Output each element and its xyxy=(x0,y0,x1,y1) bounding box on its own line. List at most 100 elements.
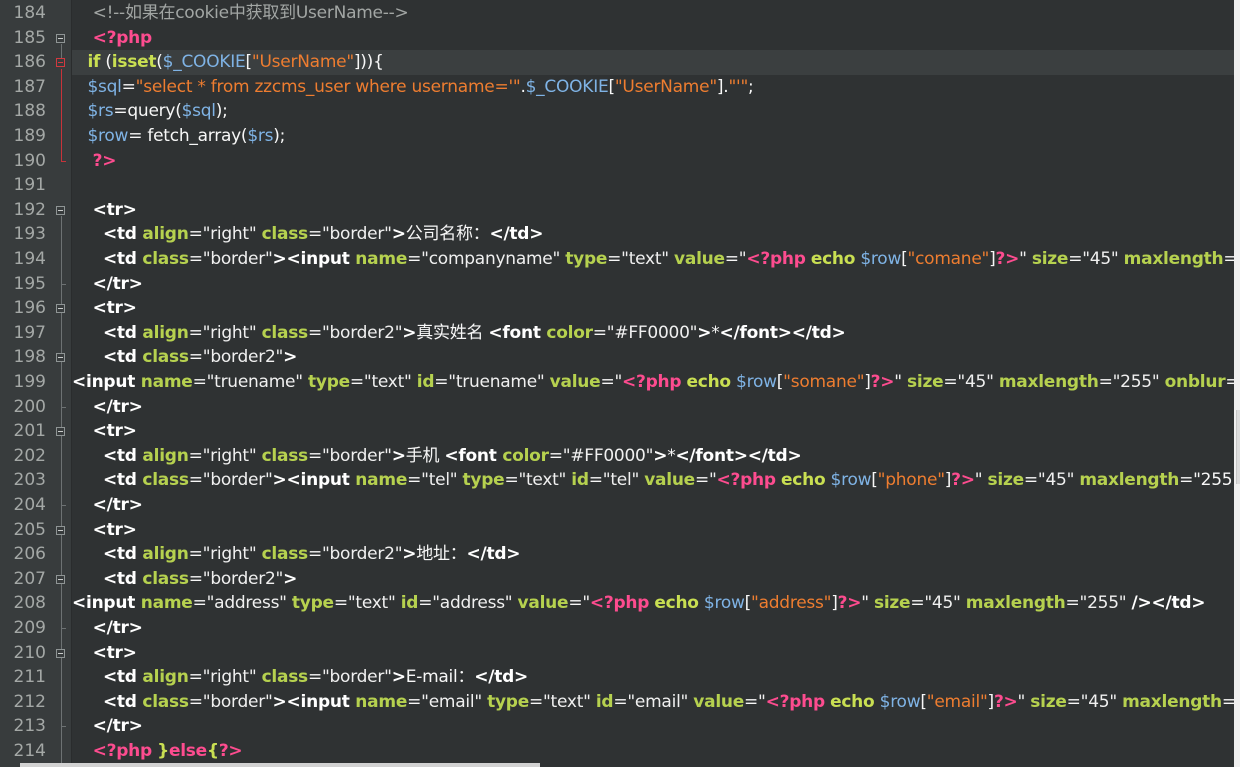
code-line[interactable]: <input name="truename" type="text" id="t… xyxy=(72,370,1234,395)
code-token: = xyxy=(188,544,203,565)
code-line[interactable]: <input name="address" type="text" id="ad… xyxy=(72,591,1234,616)
fold-toggle-icon[interactable] xyxy=(56,304,65,314)
code-token: = xyxy=(188,568,203,589)
code-token: " xyxy=(582,593,590,614)
horizontal-scrollbar[interactable] xyxy=(20,763,540,767)
code-line[interactable]: <tr> xyxy=(72,641,1234,666)
code-token: <td xyxy=(102,249,143,269)
line-number: 196 xyxy=(13,298,46,319)
fold-end-marker xyxy=(61,406,66,408)
code-line[interactable]: <td align="right" class="border">公司名称：</… xyxy=(72,222,1234,247)
code-editor[interactable]: 184 185 186 187 188 189 190 191 192 193 194 195 196 1… xyxy=(0,0,1240,767)
code-line[interactable]: <td class="border2"> xyxy=(72,567,1234,592)
code-line[interactable]: <td class="border"><input name="email" t… xyxy=(72,690,1234,715)
code-token: "text" xyxy=(621,249,675,269)
code-token: ?> xyxy=(218,741,243,761)
code-line[interactable]: </tr> xyxy=(72,493,1234,518)
line-number: 187 xyxy=(13,76,46,97)
code-line[interactable]: <tr> xyxy=(72,419,1234,444)
code-line[interactable]: <!--如果在cookie中获取到UserName--> xyxy=(72,1,1234,26)
code-line[interactable]: <tr> xyxy=(72,296,1234,321)
code-line[interactable]: $sql="select * from zzcms_user where use… xyxy=(72,75,1234,100)
code-token: maxlength xyxy=(1079,470,1180,491)
code-token: "email" xyxy=(627,691,694,712)
code-line[interactable]: <tr> xyxy=(72,518,1234,543)
code-line[interactable]: $row= fetch_array($rs); xyxy=(72,124,1234,149)
code-token: "right" xyxy=(202,445,262,466)
code-token: = xyxy=(434,372,449,392)
code-token: "border" xyxy=(321,224,392,245)
code-token: ?> xyxy=(951,470,975,491)
code-line[interactable]: </tr> xyxy=(72,395,1234,420)
code-line[interactable] xyxy=(72,173,1234,198)
code-token: = xyxy=(504,470,519,491)
code-line[interactable]: <td align="right" class="border2">地址：</t… xyxy=(72,542,1234,567)
code-line[interactable]: </tr> xyxy=(72,272,1234,297)
code-token: </font></td> xyxy=(675,445,802,466)
code-token: $row xyxy=(879,691,921,712)
code-token: > xyxy=(391,224,406,245)
code-line[interactable]: <td class="border"><input name="companyn… xyxy=(72,247,1234,272)
code-token: $row xyxy=(736,372,777,392)
code-token: class xyxy=(142,249,189,269)
line-number: 186 xyxy=(13,52,46,73)
fold-toggle-icon[interactable] xyxy=(56,205,65,215)
line-number: 192 xyxy=(13,199,46,220)
code-token: 手机 xyxy=(405,445,445,466)
code-line[interactable]: </tr> xyxy=(72,714,1234,739)
code-line[interactable]: if (isset($_COOKIE["UserName"])){ xyxy=(72,50,1234,75)
fold-toggle-icon[interactable] xyxy=(56,33,65,43)
code-token: "right" xyxy=(202,322,262,343)
line-number: 199 xyxy=(13,372,46,392)
line-number: 194 xyxy=(13,249,46,269)
fold-toggle-icon[interactable] xyxy=(56,58,65,68)
code-line[interactable]: <td align="right" class="border">E-mail：… xyxy=(72,665,1234,690)
code-token: if xyxy=(87,52,101,73)
code-token: $rs xyxy=(247,126,274,146)
code-folding-column[interactable] xyxy=(53,0,71,767)
code-token: "border2" xyxy=(202,347,284,368)
vertical-scrollbar[interactable] xyxy=(1234,0,1240,767)
code-token: <?php xyxy=(589,593,650,614)
code-line[interactable]: <td align="right" class="border2">真实姓名 <… xyxy=(72,321,1234,346)
code-token: "45" xyxy=(957,372,999,392)
code-token: </td> xyxy=(489,224,544,245)
code-line[interactable]: <tr> xyxy=(72,198,1234,223)
code-token: = xyxy=(943,372,958,392)
code-token: "border" xyxy=(321,445,392,466)
code-token: <input xyxy=(72,593,141,614)
code-token: ]. xyxy=(716,76,729,97)
code-token: </td> xyxy=(466,544,521,565)
fold-toggle-icon[interactable] xyxy=(56,525,65,535)
code-token: value xyxy=(517,593,569,614)
fold-toggle-icon[interactable] xyxy=(56,427,65,437)
code-line[interactable]: $rs=query($sql); xyxy=(72,99,1234,124)
code-token: <td xyxy=(102,568,143,589)
fold-toggle-icon[interactable] xyxy=(56,648,65,658)
code-token: isset xyxy=(111,52,157,73)
code-area[interactable]: <!--如果在cookie中获取到UserName--> <?php if (i… xyxy=(72,0,1234,767)
code-token: = xyxy=(1068,249,1083,269)
code-line[interactable]: <td class="border"><input name="tel" typ… xyxy=(72,468,1234,493)
vertical-scrollbar-thumb[interactable] xyxy=(1236,410,1240,484)
code-token: "255" xyxy=(1079,593,1132,614)
code-token: ?> xyxy=(870,372,895,392)
code-token: ?> xyxy=(995,249,1020,269)
code-line[interactable]: <?php xyxy=(72,26,1234,51)
fold-toggle-icon[interactable] xyxy=(56,353,65,363)
code-line[interactable]: <?php }else{?> xyxy=(72,739,1234,764)
code-token: > xyxy=(402,544,417,565)
code-token: "text" xyxy=(518,470,572,491)
code-token: = xyxy=(592,322,607,343)
code-token: ?> xyxy=(837,593,862,614)
code-line[interactable]: <td class="border2"> xyxy=(72,345,1234,370)
code-line[interactable]: ?> xyxy=(72,149,1234,174)
code-token: ])){ xyxy=(353,52,384,73)
code-line[interactable]: <td align="right" class="border">手机 <fon… xyxy=(72,444,1234,469)
code-token: <tr> xyxy=(92,519,137,540)
code-line[interactable]: </tr> xyxy=(72,616,1234,641)
fold-toggle-icon[interactable] xyxy=(56,574,65,584)
